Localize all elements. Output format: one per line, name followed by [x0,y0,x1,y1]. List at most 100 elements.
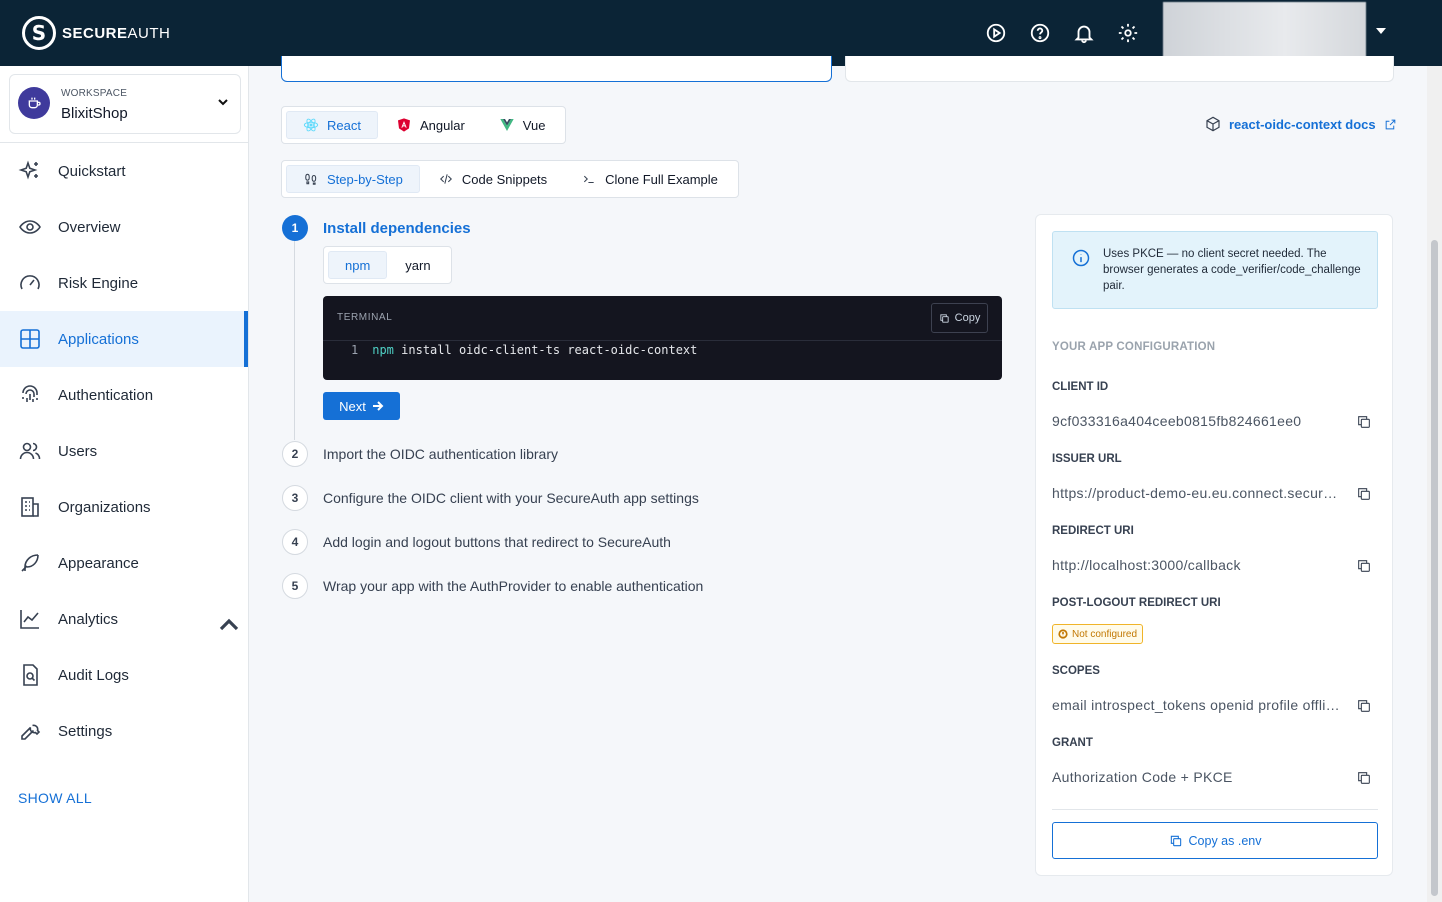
step-number-3[interactable]: 3 [282,485,308,511]
docs-link[interactable]: react-oidc-context docs [1205,116,1397,132]
sidebar-item-overview[interactable]: Overview [0,199,248,255]
package-manager-tabs: npm yarn [323,246,452,284]
stepper-line [294,240,295,440]
scrollbar[interactable] [1427,66,1442,902]
terminal-command: 1 npm install oidc-client-ts react-oidc-c… [351,343,698,357]
vue-icon [499,117,515,133]
tab-vue[interactable]: Vue [483,111,562,139]
copy-icon [940,313,949,323]
step-number-4[interactable]: 4 [282,529,308,555]
step-title-1[interactable]: Install dependencies [323,220,471,237]
next-button[interactable]: Next [323,392,400,420]
copy-icon[interactable] [1356,558,1374,576]
sidebar-item-appearance[interactable]: Appearance [0,535,248,591]
sidebar-item-label: Appearance [58,554,139,572]
sidebar-item-label: Overview [58,218,121,236]
sidebar-item-settings[interactable]: Settings [0,703,248,759]
footprints-icon [303,171,319,187]
redirect-uri-label: REDIRECT URI [1052,525,1134,537]
workspace-switcher[interactable]: WORKSPACE BlixitShop [9,74,241,134]
main-content: React Angular Vue react-oidc-context doc… [249,56,1427,902]
tab-step-by-step[interactable]: Step-by-Step [286,165,420,193]
bell-icon[interactable] [1072,21,1096,45]
sidebar: WORKSPACE BlixitShop Quickstart Overview… [0,66,249,902]
panel-divider [1052,809,1378,810]
grant-label: GRANT [1052,737,1093,749]
logo-text: SECUREAUTH [62,24,171,42]
file-search-icon [23,664,38,686]
arrow-right-icon [372,401,384,411]
sidebar-item-risk-engine[interactable]: Risk Engine [0,255,248,311]
building-icon [21,497,39,517]
copy-as-env-button[interactable]: Copy as .env [1052,822,1378,859]
copy-icon[interactable] [1356,770,1374,788]
issuer-url-value: https://product-demo-eu.eu.connect.secur… [1052,485,1342,501]
scrollbar-thumb[interactable] [1431,240,1438,896]
copy-icon[interactable] [1356,698,1374,716]
step-number-2[interactable]: 2 [282,441,308,467]
sidebar-item-users[interactable]: Users [0,423,248,479]
users-icon [19,442,41,460]
copy-icon[interactable] [1356,486,1374,504]
step-number-1[interactable]: 1 [282,215,308,241]
sidebar-item-label: Settings [58,722,113,740]
step-title-2[interactable]: Import the OIDC authentication library [323,446,558,462]
alert-circle-icon [1058,629,1068,639]
react-icon [303,117,319,133]
client-id-label: CLIENT ID [1052,381,1109,393]
sidebar-item-audit-logs[interactable]: Audit Logs [0,647,248,703]
sidebar-item-authentication[interactable]: Authentication [0,367,248,423]
gear-icon[interactable] [1116,21,1140,45]
user-menu-caret-icon[interactable] [1376,28,1386,34]
sidebar-item-label: Applications [58,330,139,348]
tab-angular[interactable]: Angular [380,111,481,139]
package-icon [1206,116,1220,132]
pkce-info-callout: Uses PKCE — no client secret needed. The… [1052,231,1378,309]
terminal-divider [323,340,1002,341]
copy-command-button[interactable]: Copy [931,303,988,333]
info-icon [1071,248,1091,268]
scopes-value: email introspect_tokens openid profile o… [1052,697,1342,713]
not-configured-badge: Not configured [1052,624,1144,644]
sidebar-item-label: Authentication [58,386,154,404]
step-title-5[interactable]: Wrap your app with the AuthProvider to e… [323,578,703,594]
help-circle-icon[interactable] [1028,21,1052,45]
selected-card-edge [281,56,832,82]
external-link-icon [1385,119,1395,129]
terminal-label: TERMINAL [337,312,393,323]
user-menu[interactable] [1163,2,1366,64]
sidebar-item-applications[interactable]: Applications [0,311,248,367]
angular-icon [396,117,412,133]
workspace-name: BlixitShop [61,105,128,122]
redirect-uri-value: http://localhost:3000/callback [1052,557,1241,573]
client-id-value: 9cf033316a404ceeb0815fb824661ee0 [1052,413,1302,429]
issuer-url-label: ISSUER URL [1052,453,1122,465]
step-title-3[interactable]: Configure the OIDC client with your Secu… [323,490,699,506]
copy-icon[interactable] [1356,414,1374,432]
sidebar-item-label: Quickstart [58,162,126,180]
tab-yarn[interactable]: yarn [389,251,446,279]
scopes-label: SCOPES [1052,665,1100,677]
mode-tabs: Step-by-Step Code Snippets Clone Full Ex… [281,160,739,198]
tab-npm[interactable]: npm [328,251,388,279]
sidebar-item-label: Users [58,442,98,460]
chevron-up-icon[interactable] [217,613,241,641]
copy-icon [1170,835,1181,846]
step-title-4[interactable]: Add login and logout buttons that redire… [323,534,671,550]
grid-icon [20,329,40,349]
eye-icon [19,220,41,234]
framework-tabs: React Angular Vue [281,106,567,144]
tab-code-snippets[interactable]: Code Snippets [422,165,563,193]
show-all-link[interactable]: SHOW ALL [18,790,92,806]
sidebar-item-quickstart[interactable]: Quickstart [0,143,248,199]
config-heading: YOUR APP CONFIGURATION [1052,341,1216,353]
sidebar-item-organizations[interactable]: Organizations [0,479,248,535]
step-number-5[interactable]: 5 [282,573,308,599]
play-circle-icon[interactable] [984,21,1008,45]
secureauth-logo[interactable]: S SECUREAUTH [22,16,170,50]
tab-clone-full-example[interactable]: Clone Full Example [565,165,734,193]
gauge-icon [20,275,40,290]
sidebar-item-analytics[interactable]: Analytics [0,591,248,647]
pkce-info-text: Uses PKCE — no client secret needed. The… [1103,248,1361,292]
tab-react[interactable]: React [286,111,378,139]
